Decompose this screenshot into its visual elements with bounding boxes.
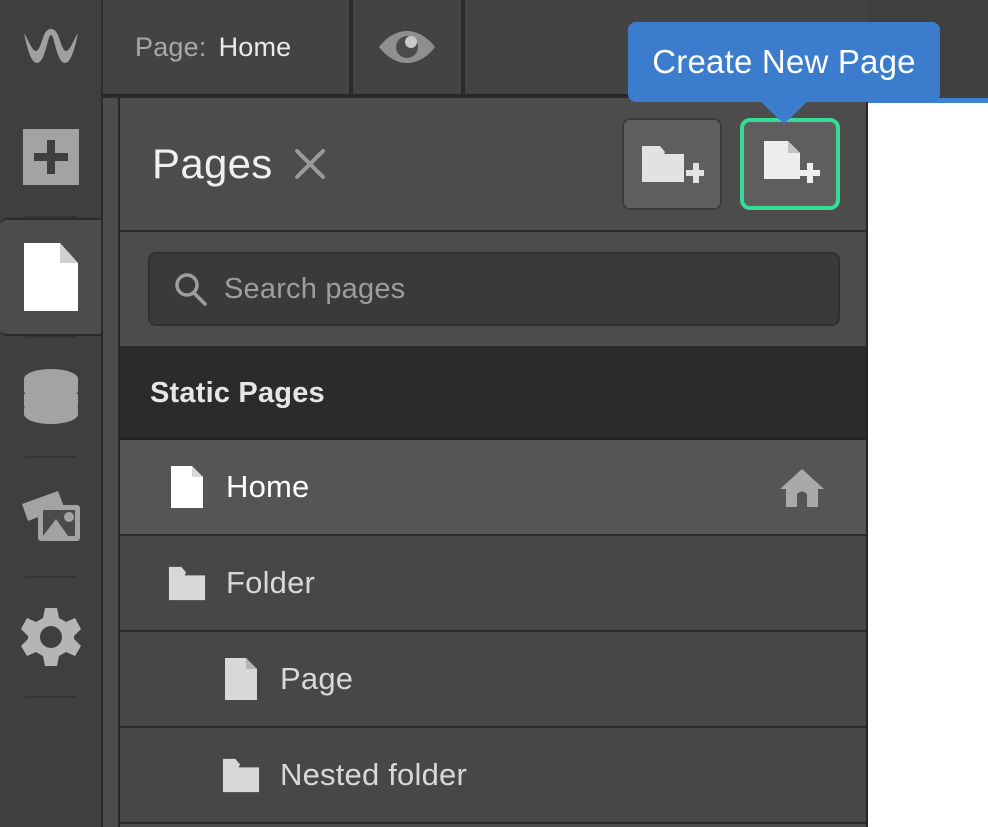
folder-icon <box>222 755 260 795</box>
home-icon <box>778 465 826 509</box>
list-item[interactable]: Home <box>120 440 866 536</box>
search-placeholder: Search pages <box>224 272 406 305</box>
eye-icon <box>379 31 435 63</box>
new-page-button[interactable] <box>740 118 840 210</box>
list-item[interactable]: Folder <box>120 536 866 632</box>
current-page-value: Home <box>218 31 292 62</box>
webflow-logo-button[interactable] <box>0 0 103 98</box>
new-folder-icon <box>642 146 704 183</box>
sidebar-item-assets[interactable] <box>0 458 101 576</box>
pages-search-row: Search pages <box>120 232 866 348</box>
section-header-label: Static Pages <box>150 376 325 409</box>
tooltip: Create New Page <box>628 22 940 124</box>
sidebar-item-add[interactable] <box>0 98 101 216</box>
sidebar-item-settings[interactable] <box>0 578 101 696</box>
current-page-label: Page: <box>135 31 207 62</box>
image-stack-icon <box>21 491 80 541</box>
tooltip-arrow <box>760 101 808 124</box>
page-icon <box>222 657 260 701</box>
page-title: Pages <box>152 140 273 187</box>
webflow-logo-icon <box>23 29 78 63</box>
sidebar-item-cms[interactable] <box>0 338 101 456</box>
new-folder-button[interactable] <box>622 118 722 210</box>
list-item-label: Nested folder <box>280 757 467 792</box>
gear-icon <box>20 608 81 666</box>
rail-divider <box>24 696 77 698</box>
folder-icon <box>168 563 206 603</box>
app-root: Page: Home Pages Search pages Static Pag… <box>0 0 988 827</box>
design-canvas[interactable] <box>868 98 988 827</box>
section-header-static-pages[interactable]: Static Pages <box>120 348 866 440</box>
list-item[interactable]: Page <box>120 632 866 728</box>
tooltip-label: Create New Page <box>652 43 916 80</box>
page-icon <box>168 465 206 509</box>
list-item-label: Home <box>226 469 310 504</box>
list-item[interactable]: Nested folder <box>120 728 866 824</box>
list-item-label: Folder <box>226 565 316 600</box>
search-input[interactable]: Search pages <box>148 252 840 326</box>
close-icon[interactable] <box>293 147 327 181</box>
list-item-label: Page <box>280 661 354 696</box>
preview-toggle-button[interactable] <box>353 0 463 96</box>
pages-panel-header: Pages <box>120 98 866 232</box>
current-page-indicator[interactable]: Page: Home <box>103 0 351 96</box>
sidebar-item-pages[interactable] <box>0 218 101 336</box>
search-icon <box>172 271 208 307</box>
pages-panel: Pages Search pages Static Pages Home Fol… <box>120 98 868 827</box>
panel-gutter <box>103 98 120 827</box>
new-page-icon <box>764 141 820 183</box>
left-toolbar-rail <box>0 98 103 827</box>
plus-square-icon <box>22 129 79 185</box>
database-icon <box>23 369 78 424</box>
page-icon <box>23 243 78 311</box>
